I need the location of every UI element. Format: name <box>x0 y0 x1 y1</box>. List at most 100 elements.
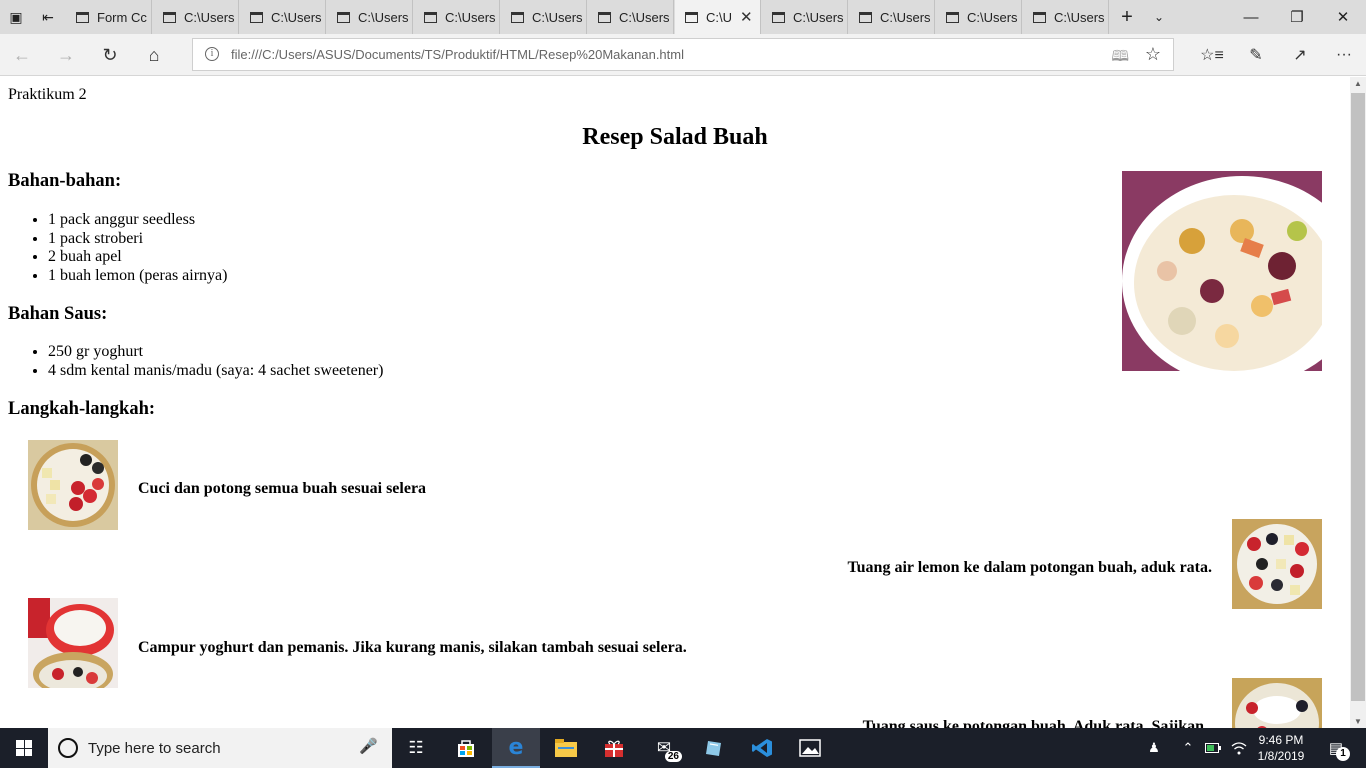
saus-heading: Bahan Saus: <box>8 304 108 324</box>
taskbar-search-box[interactable]: Type here to search 🎤 <box>48 728 392 768</box>
browser-tab[interactable]: C:\Users <box>588 0 674 34</box>
browser-tab[interactable]: C:\Users <box>936 0 1022 34</box>
tab-page-icon <box>859 11 872 23</box>
list-item: 1 buah lemon (peras airnya) <box>48 267 227 286</box>
fruit-salad-bowl-image <box>1122 171 1322 371</box>
refresh-icon[interactable]: ↻ <box>90 38 130 72</box>
forward-arrow-icon[interactable]: → <box>46 38 86 72</box>
page-content: Praktikum 2 Resep Salad Buah Bahan-bahan… <box>0 77 1350 728</box>
scroll-down-arrow-icon[interactable]: ▼ <box>1350 717 1366 726</box>
restore-button[interactable]: ❐ <box>1274 0 1320 34</box>
edge-browser-icon[interactable]: e <box>492 728 540 768</box>
microphone-icon[interactable]: 🎤 <box>359 737 378 755</box>
home-icon[interactable]: ⌂ <box>134 38 174 72</box>
tab-close-icon[interactable]: ✕ <box>740 8 753 26</box>
yoghurt-mixing-image <box>28 598 118 688</box>
search-placeholder[interactable]: Type here to search <box>88 740 221 757</box>
browser-tab[interactable]: C:\Users <box>240 0 326 34</box>
show-hidden-icons-chevron-up-icon[interactable]: ⌃ <box>1176 728 1200 768</box>
photos-app-icon[interactable] <box>786 728 834 768</box>
battery-icon[interactable] <box>1202 728 1224 768</box>
share-icon[interactable]: ↗ <box>1278 38 1322 72</box>
reading-view-icon[interactable]: 🕮 <box>1111 46 1129 71</box>
tab-title: C:\Users <box>1054 9 1105 25</box>
list-item: 4 sdm kental manis/madu (saya: 4 sachet … <box>48 362 383 381</box>
step-text: Tuang air lemon ke dalam potongan buah, … <box>847 559 1212 576</box>
step-text: Cuci dan potong semua buah sesuai selera <box>138 480 427 497</box>
list-item: 250 gr yoghurt <box>48 343 383 362</box>
bahan-heading: Bahan-bahan: <box>8 171 122 191</box>
tab-page-icon <box>163 11 176 23</box>
wifi-icon[interactable] <box>1228 728 1250 768</box>
browser-tab[interactable]: C:\Users <box>414 0 500 34</box>
browser-tab[interactable]: C:\Users <box>762 0 848 34</box>
tab-title: C:\Users <box>358 9 409 25</box>
mail-icon[interactable]: ✉ 26 <box>640 728 688 768</box>
praktikum-label: Praktikum 2 <box>8 86 87 103</box>
start-button[interactable] <box>0 728 48 768</box>
tab-page-icon <box>598 11 611 23</box>
salad-with-sauce-image <box>1232 678 1322 728</box>
pen-icon[interactable]: ✎ <box>1234 38 1278 72</box>
tab-page-icon <box>250 11 263 23</box>
windows-logo-icon <box>16 740 32 756</box>
browser-tab-strip: ▣ ⇤ Form Cc C:\Users C:\Users C:\Users C:\Us… <box>0 0 1366 34</box>
back-arrow-icon[interactable]: ← <box>2 38 42 72</box>
tab-title: C:\Users <box>793 9 844 25</box>
bahan-list: 1 pack anggur seedless 1 pack stroberi 2… <box>48 211 227 285</box>
list-item: 1 pack stroberi <box>48 230 227 249</box>
tab-page-icon <box>946 11 959 23</box>
minimize-button[interactable]: — <box>1228 0 1274 34</box>
page-title: Resep Salad Buah <box>582 124 768 150</box>
tab-title: C:\Users <box>271 9 322 25</box>
microsoft-store-icon[interactable] <box>442 728 490 768</box>
navigation-bar: ← → ↻ ⌂ i file:///C:/Users/ASUS/Document… <box>0 34 1366 76</box>
step-text: Campur yoghurt dan pemanis. Jika kurang … <box>138 639 687 656</box>
system-clock[interactable]: 9:46 PM 1/8/2019 <box>1252 732 1310 764</box>
tab-page-icon <box>511 11 524 23</box>
tab-preview-chevron-down-icon[interactable]: ⌄ <box>1144 0 1174 34</box>
people-icon[interactable]: ♟ <box>1140 728 1168 768</box>
cut-fruit-plate-image <box>28 440 118 530</box>
gift-app-icon[interactable] <box>590 728 638 768</box>
visual-studio-code-icon[interactable] <box>738 728 786 768</box>
list-item: 1 pack anggur seedless <box>48 211 227 230</box>
scrollbar-thumb[interactable] <box>1351 93 1365 701</box>
browser-tab[interactable]: C:\Users <box>501 0 587 34</box>
tab-title: C:\Users <box>619 9 670 25</box>
browser-tab[interactable]: C:\Users <box>1023 0 1109 34</box>
favorites-icon[interactable]: ☆≡ <box>1190 38 1234 72</box>
notification-count-badge: 1 <box>1336 747 1350 761</box>
favorite-star-icon[interactable]: ☆ <box>1145 44 1161 65</box>
browser-tab-active[interactable]: C:\U ✕ <box>675 0 761 34</box>
mixed-fruit-image <box>1232 519 1322 609</box>
site-info-icon[interactable]: i <box>205 47 219 61</box>
browser-tab[interactable]: C:\Users <box>153 0 239 34</box>
file-explorer-icon[interactable] <box>542 728 590 768</box>
scroll-up-arrow-icon[interactable]: ▲ <box>1350 79 1366 88</box>
address-bar[interactable]: i file:///C:/Users/ASUS/Documents/TS/Pro… <box>192 38 1174 71</box>
notebook-app-icon[interactable] <box>690 728 738 768</box>
browser-tab[interactable]: C:\Users <box>849 0 935 34</box>
new-tab-plus-icon[interactable]: + <box>1112 0 1142 34</box>
more-icon[interactable]: ··· <box>1322 38 1366 72</box>
cortana-circle-icon[interactable] <box>58 738 78 758</box>
task-view-icon[interactable]: ☷ <box>392 728 440 768</box>
address-url[interactable]: file:///C:/Users/ASUS/Documents/TS/Produ… <box>231 47 684 62</box>
set-aside-tabs-icon[interactable]: ⇤ <box>32 0 64 34</box>
tab-page-icon <box>772 11 785 23</box>
clock-date: 1/8/2019 <box>1257 749 1305 763</box>
close-window-button[interactable]: ✕ <box>1320 0 1366 34</box>
tab-title: C:\U <box>706 9 732 25</box>
tab-page-icon <box>76 11 89 23</box>
tab-page-icon <box>685 11 698 23</box>
tab-title: C:\Users <box>880 9 931 25</box>
browser-tab[interactable]: Form Cc <box>66 0 152 34</box>
page-scrollbar[interactable]: ▲ ▼ <box>1350 77 1366 728</box>
tab-actions-icon[interactable]: ▣ <box>0 0 32 34</box>
langkah-heading: Langkah-langkah: <box>8 399 156 419</box>
action-center-notification-icon[interactable]: ▤ 1 <box>1316 728 1356 768</box>
tab-page-icon <box>1033 11 1046 23</box>
browser-tab[interactable]: C:\Users <box>327 0 413 34</box>
mail-unread-badge: 26 <box>664 751 682 762</box>
